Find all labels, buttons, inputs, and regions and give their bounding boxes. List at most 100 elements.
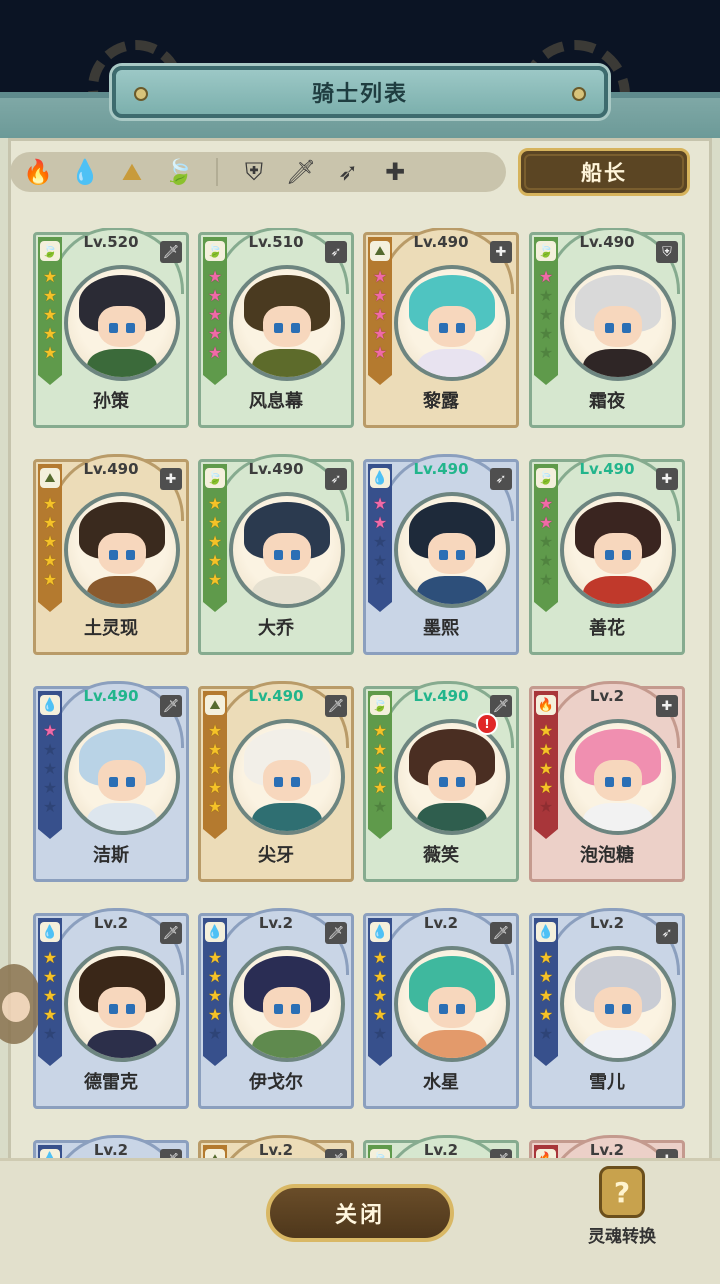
knight-card[interactable]: Lv.490 🍃 ★ ★ ★ ★ ★ ✚ 善花: [529, 454, 685, 655]
knight-name: 孙策: [93, 391, 129, 412]
knight-name: 伊戈尔: [249, 1072, 303, 1093]
filter-cross-icon[interactable]: ✚: [376, 155, 414, 189]
filter-shield-icon[interactable]: ⛨: [235, 155, 273, 189]
knight-card[interactable]: Lv.490 ⛰ ★ ★ ★ ★ ★ 🗡 尖牙: [198, 681, 354, 882]
star-icon: ★: [42, 759, 58, 778]
star-icon: ★: [372, 343, 388, 362]
knight-portrait: [394, 719, 510, 835]
knight-portrait: [64, 265, 180, 381]
star-icon: ★: [42, 286, 58, 305]
star-icon: ★: [538, 797, 554, 816]
knight-name: 洁斯: [93, 845, 129, 866]
star-icon: ★: [207, 986, 223, 1005]
rarity-ribbon: 💧★★★★★: [203, 918, 227, 1066]
knight-card[interactable]: Lv.2 💧 ★ ★ ★ ★ ★ ➶ 雪儿: [529, 908, 685, 1109]
rarity-ribbon: 💧★★★★★: [368, 464, 392, 612]
star-rating: ★ ★ ★ ★ ★: [535, 494, 557, 589]
sword-class-icon: 🗡: [490, 922, 512, 944]
star-icon: ★: [207, 967, 223, 986]
star-icon: ★: [207, 778, 223, 797]
filter-water-icon[interactable]: 💧: [66, 155, 104, 189]
captain-button[interactable]: 船长: [518, 148, 690, 196]
star-icon: ★: [372, 494, 388, 513]
knight-card[interactable]: Lv.490 🍃 ★ ★ ★ ★ ★ 🗡 薇笑!: [363, 681, 519, 882]
soul-convert-label: 灵魂转换: [588, 1227, 656, 1247]
knight-card[interactable]: Lv.490 💧 ★ ★ ★ ★ ★ ➶ 墨熙: [363, 454, 519, 655]
star-icon: ★: [538, 267, 554, 286]
star-rating: ★ ★ ★ ★ ★: [369, 721, 391, 816]
filter-sword-icon[interactable]: 🗡: [282, 155, 320, 189]
filter-wind-icon[interactable]: 🍃: [160, 155, 198, 189]
star-icon: ★: [207, 267, 223, 286]
knight-card[interactable]: Lv.2🍃★★★★★🗡: [363, 1135, 519, 1158]
knight-name: 薇笑: [423, 845, 459, 866]
knight-card[interactable]: Lv.490 💧 ★ ★ ★ ★ ★ 🗡 洁斯: [33, 681, 189, 882]
star-icon: ★: [538, 967, 554, 986]
soul-convert-button[interactable]: ? 灵魂转换: [578, 1166, 666, 1256]
star-icon: ★: [42, 494, 58, 513]
knight-card[interactable]: Lv.2 🔥 ★ ★ ★ ★ ★ ✚ 泡泡糖: [529, 681, 685, 882]
star-icon: ★: [538, 324, 554, 343]
star-icon: ★: [372, 797, 388, 816]
star-rating: ★ ★ ★ ★ ★: [39, 721, 61, 816]
star-icon: ★: [372, 778, 388, 797]
star-icon: ★: [207, 494, 223, 513]
star-icon: ★: [372, 532, 388, 551]
captain-button-label: 船长: [581, 161, 627, 185]
star-icon: ★: [372, 967, 388, 986]
star-icon: ★: [538, 532, 554, 551]
star-icon: ★: [42, 797, 58, 816]
knight-card[interactable]: Lv.2🔥★★★★★✚: [529, 1135, 685, 1158]
filter-earth-icon[interactable]: ⛰: [113, 155, 151, 189]
title-bar: 骑士列表: [112, 66, 608, 118]
filter-fire-icon[interactable]: 🔥: [19, 155, 57, 189]
rivet-icon: [134, 87, 148, 101]
star-icon: ★: [207, 740, 223, 759]
star-icon: ★: [42, 1005, 58, 1024]
star-icon: ★: [538, 305, 554, 324]
sword-class-icon: 🗡: [325, 922, 347, 944]
star-icon: ★: [538, 721, 554, 740]
star-icon: ★: [42, 513, 58, 532]
rarity-ribbon: ⛰★★★★★: [38, 464, 62, 612]
knight-card[interactable]: Lv.2 💧 ★ ★ ★ ★ ★ 🗡 伊戈尔: [198, 908, 354, 1109]
sword-class-icon: 🗡: [160, 241, 182, 263]
knight-card[interactable]: Lv.490 🍃 ★ ★ ★ ★ ★ ⛨ 霜夜: [529, 228, 685, 428]
knight-name: 尖牙: [258, 845, 294, 866]
knight-card[interactable]: Lv.490 ⛰ ★ ★ ★ ★ ★ ✚ 土灵现: [33, 454, 189, 655]
star-icon: ★: [42, 948, 58, 967]
star-icon: ★: [42, 267, 58, 286]
knight-portrait: [560, 492, 676, 608]
star-icon: ★: [538, 740, 554, 759]
star-icon: ★: [538, 343, 554, 362]
star-rating: ★ ★ ★ ★ ★: [39, 267, 61, 362]
star-icon: ★: [42, 967, 58, 986]
rarity-ribbon: 🍃★★★★★: [203, 464, 227, 612]
knight-card[interactable]: Lv.520 🍃 ★ ★ ★ ★ ★ 🗡 孙策: [33, 228, 189, 428]
star-icon: ★: [207, 286, 223, 305]
knight-portrait: [64, 492, 180, 608]
knight-portrait: [560, 265, 676, 381]
star-icon: ★: [372, 267, 388, 286]
rarity-ribbon: 💧★★★★★: [368, 918, 392, 1066]
knight-card[interactable]: Lv.2 💧 ★ ★ ★ ★ ★ 🗡 德雷克: [33, 908, 189, 1109]
knight-card[interactable]: Lv.490 ⛰ ★ ★ ★ ★ ★ ✚ 黎露: [363, 228, 519, 428]
knight-card[interactable]: Lv.2⛰★★★★★🗡: [198, 1135, 354, 1158]
knight-card[interactable]: Lv.2 💧 ★ ★ ★ ★ ★ 🗡 水星: [363, 908, 519, 1109]
knight-name: 黎露: [423, 391, 459, 412]
knight-card[interactable]: Lv.490 🍃 ★ ★ ★ ★ ★ ➶ 大乔: [198, 454, 354, 655]
knight-card[interactable]: Lv.2💧★★★★★🗡: [33, 1135, 189, 1158]
knight-card[interactable]: Lv.510 🍃 ★ ★ ★ ★ ★ ➶ 风息幕: [198, 228, 354, 428]
star-rating: ★ ★ ★ ★ ★: [535, 948, 557, 1043]
star-icon: ★: [538, 513, 554, 532]
knight-grid[interactable]: Lv.520 🍃 ★ ★ ★ ★ ★ 🗡 孙策 Lv.510 🍃 ★ ★ ★ ★ ★ ➶ 风息幕 Lv.490 ⛰ ★ ★…: [0, 228, 720, 1158]
knight-name: 水星: [423, 1072, 459, 1093]
knight-portrait: [64, 946, 180, 1062]
star-icon: ★: [372, 948, 388, 967]
filter-bow-icon[interactable]: ➶: [329, 155, 367, 189]
rarity-ribbon: 💧★★★★★: [38, 918, 62, 1066]
star-icon: ★: [42, 305, 58, 324]
sword-class-icon: 🗡: [325, 1149, 347, 1158]
star-rating: ★ ★ ★ ★ ★: [369, 494, 391, 589]
close-button[interactable]: 关闭: [266, 1184, 454, 1242]
